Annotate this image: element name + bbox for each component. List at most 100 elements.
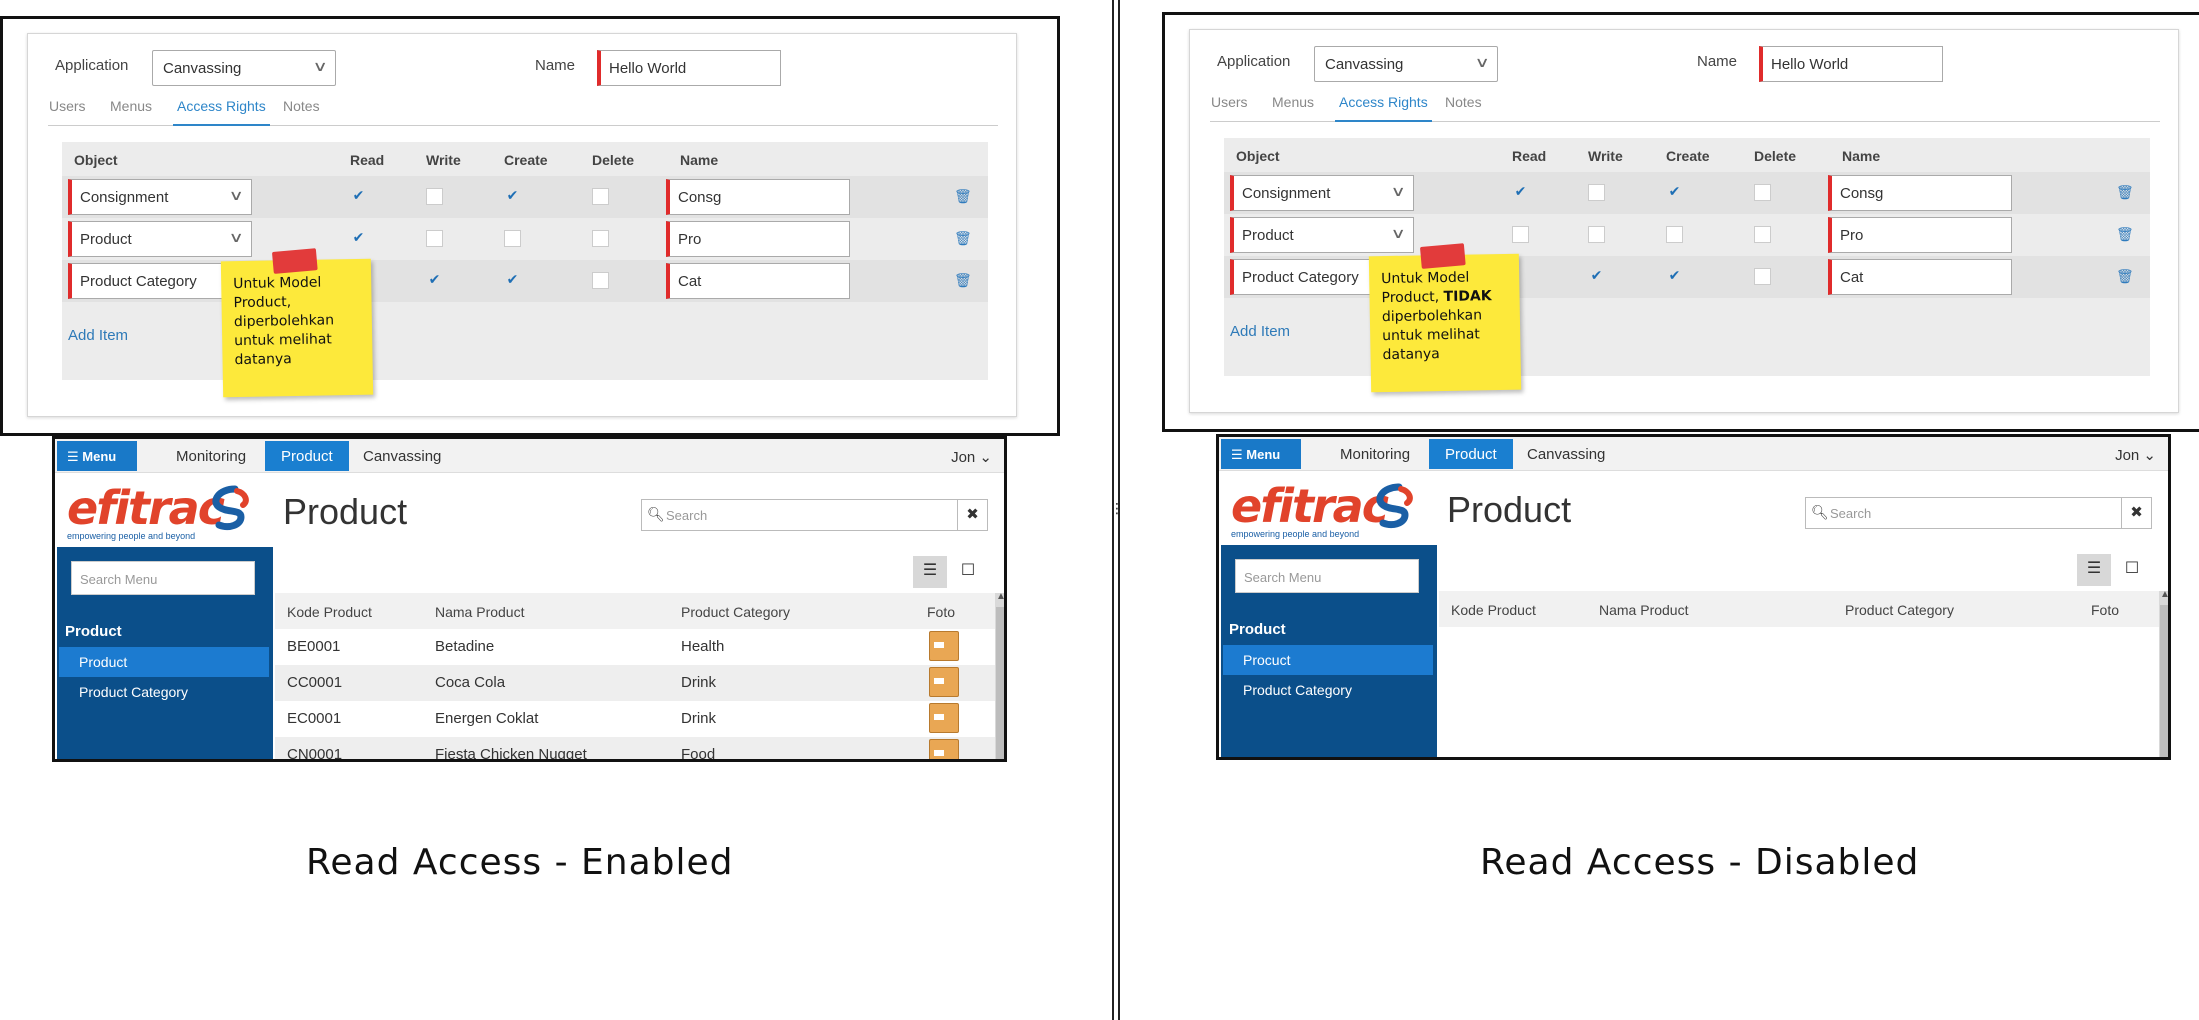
tab-menus[interactable]: Menus	[110, 98, 152, 126]
application-select[interactable]: Canvassing ∨	[1314, 46, 1498, 82]
list-view-button[interactable]: ☰	[2077, 554, 2111, 586]
name-field[interactable]: Hello World	[597, 50, 781, 86]
col-nama-product[interactable]: Nama Product	[435, 604, 524, 620]
read-checkbox[interactable]: ✔	[350, 188, 367, 205]
write-checkbox[interactable]	[426, 188, 443, 205]
write-checkbox[interactable]	[1588, 226, 1605, 243]
table-scrollbar[interactable]: ▲	[2159, 589, 2168, 757]
table-row[interactable]: BE0001 Betadine Health	[275, 629, 995, 665]
nav-product[interactable]: Product	[1429, 439, 1513, 469]
row-name-field[interactable]: Cat	[666, 263, 850, 299]
clear-search-button[interactable]: ✖	[2121, 498, 2151, 528]
tab-notes[interactable]: Notes	[1445, 94, 1482, 122]
col-product-category[interactable]: Product Category	[681, 604, 790, 620]
row-name-field[interactable]: Cat	[1828, 259, 2012, 295]
tab-users[interactable]: Users	[49, 98, 86, 126]
search-input[interactable]: Search	[1830, 506, 1871, 521]
menu-button[interactable]: ☰ Menu	[57, 441, 137, 471]
search-box[interactable]: 🔍︎ Search ✖	[641, 499, 988, 531]
tab-users[interactable]: Users	[1211, 94, 1248, 122]
add-item-link[interactable]: Add Item	[1230, 323, 1290, 340]
nav-monitoring[interactable]: Monitoring	[176, 448, 246, 465]
write-checkbox[interactable]: ✔	[1588, 268, 1605, 285]
scrollbar-thumb[interactable]	[2160, 605, 2168, 757]
menu-button[interactable]: ☰ Menu	[1221, 439, 1301, 469]
add-item-link[interactable]: Add Item	[68, 327, 128, 344]
row-name-field[interactable]: Consg	[666, 179, 850, 215]
search-box[interactable]: 🔍︎ Search ✖	[1805, 497, 2152, 529]
search-input[interactable]: Search	[666, 508, 707, 523]
user-menu[interactable]: Jon ⌄	[2115, 446, 2156, 464]
col-nama-product[interactable]: Nama Product	[1599, 602, 1688, 618]
row-name-field[interactable]: Pro	[1828, 217, 2012, 253]
sidebar-item-product[interactable]: Product	[59, 647, 269, 677]
list-view-button[interactable]: ☰	[913, 556, 947, 588]
nav-product[interactable]: Product	[265, 441, 349, 471]
delete-checkbox[interactable]	[592, 230, 609, 247]
sidebar-search-input[interactable]: Search Menu	[71, 561, 255, 595]
sidebar-item-product-category[interactable]: Product Category	[59, 677, 269, 707]
object-select[interactable]: Product ∨	[1230, 217, 1414, 253]
col-kode-product[interactable]: Kode Product	[1451, 602, 1536, 618]
name-label: Name	[535, 57, 576, 74]
delete-checkbox[interactable]	[592, 272, 609, 289]
name-field[interactable]: Hello World	[1759, 46, 1943, 82]
col-foto[interactable]: Foto	[927, 604, 955, 620]
object-select[interactable]: Consignment ∨	[68, 179, 252, 215]
delete-checkbox[interactable]	[592, 188, 609, 205]
read-checkbox[interactable]: ✔	[350, 230, 367, 247]
delete-row-icon[interactable]: 🗑︎	[2116, 268, 2134, 284]
nav-canvassing[interactable]: Canvassing	[363, 448, 441, 465]
delete-checkbox[interactable]	[1754, 226, 1771, 243]
nav-canvassing[interactable]: Canvassing	[1527, 446, 1605, 463]
read-checkbox[interactable]	[1512, 226, 1529, 243]
create-checkbox[interactable]: ✔	[1666, 184, 1683, 201]
scroll-up-icon[interactable]: ▲	[995, 591, 1004, 602]
col-product-category[interactable]: Product Category	[1845, 602, 1954, 618]
sidebar-search-input[interactable]: Search Menu	[1235, 559, 1419, 593]
table-row[interactable]: CC0001 Coca Cola Drink	[275, 665, 995, 701]
search-icon: 🔍︎	[1811, 504, 1829, 520]
col-foto[interactable]: Foto	[2091, 602, 2119, 618]
scrollbar-thumb[interactable]	[996, 607, 1004, 759]
table-row[interactable]: CN0001 Fiesta Chicken Nugget Food	[275, 737, 995, 759]
tab-menus[interactable]: Menus	[1272, 94, 1314, 122]
delete-checkbox[interactable]	[1754, 268, 1771, 285]
write-checkbox[interactable]	[426, 230, 443, 247]
delete-checkbox[interactable]	[1754, 184, 1771, 201]
kanban-view-button[interactable]: ☐	[2115, 554, 2149, 586]
chevron-down-icon: ∨	[228, 229, 244, 245]
object-select[interactable]: Product ∨	[68, 221, 252, 257]
row-name-field[interactable]: Pro	[666, 221, 850, 257]
delete-row-icon[interactable]: 🗑︎	[2116, 226, 2134, 242]
tab-access-rights[interactable]: Access Rights	[173, 98, 270, 126]
sidebar-item-product-category[interactable]: Product Category	[1223, 675, 1433, 705]
delete-row-icon[interactable]: 🗑︎	[954, 230, 972, 246]
read-checkbox[interactable]: ✔	[1512, 184, 1529, 201]
scroll-up-icon[interactable]: ▲	[2159, 589, 2168, 600]
create-checkbox[interactable]	[504, 230, 521, 247]
table-row[interactable]: EC0001 Energen Coklat Drink	[275, 701, 995, 737]
delete-row-icon[interactable]: 🗑︎	[954, 188, 972, 204]
user-menu[interactable]: Jon ⌄	[951, 448, 992, 466]
tab-notes[interactable]: Notes	[283, 98, 320, 126]
table-scrollbar[interactable]: ▲	[995, 591, 1004, 759]
write-checkbox[interactable]: ✔	[426, 272, 443, 289]
create-checkbox[interactable]: ✔	[504, 272, 521, 289]
tab-access-rights[interactable]: Access Rights	[1335, 94, 1432, 122]
application-select[interactable]: Canvassing ∨	[152, 50, 336, 86]
nav-monitoring[interactable]: Monitoring	[1340, 446, 1410, 463]
write-checkbox[interactable]	[1588, 184, 1605, 201]
chevron-down-icon: ∨	[1390, 183, 1406, 199]
row-name-field[interactable]: Consg	[1828, 175, 2012, 211]
kanban-view-button[interactable]: ☐	[951, 556, 985, 588]
clear-search-button[interactable]: ✖	[957, 500, 987, 530]
sidebar-item-product[interactable]: Procuct	[1223, 645, 1433, 675]
create-checkbox[interactable]: ✔	[504, 188, 521, 205]
delete-row-icon[interactable]: 🗑︎	[954, 272, 972, 288]
create-checkbox[interactable]: ✔	[1666, 268, 1683, 285]
create-checkbox[interactable]	[1666, 226, 1683, 243]
col-kode-product[interactable]: Kode Product	[287, 604, 372, 620]
delete-row-icon[interactable]: 🗑︎	[2116, 184, 2134, 200]
object-select[interactable]: Consignment ∨	[1230, 175, 1414, 211]
